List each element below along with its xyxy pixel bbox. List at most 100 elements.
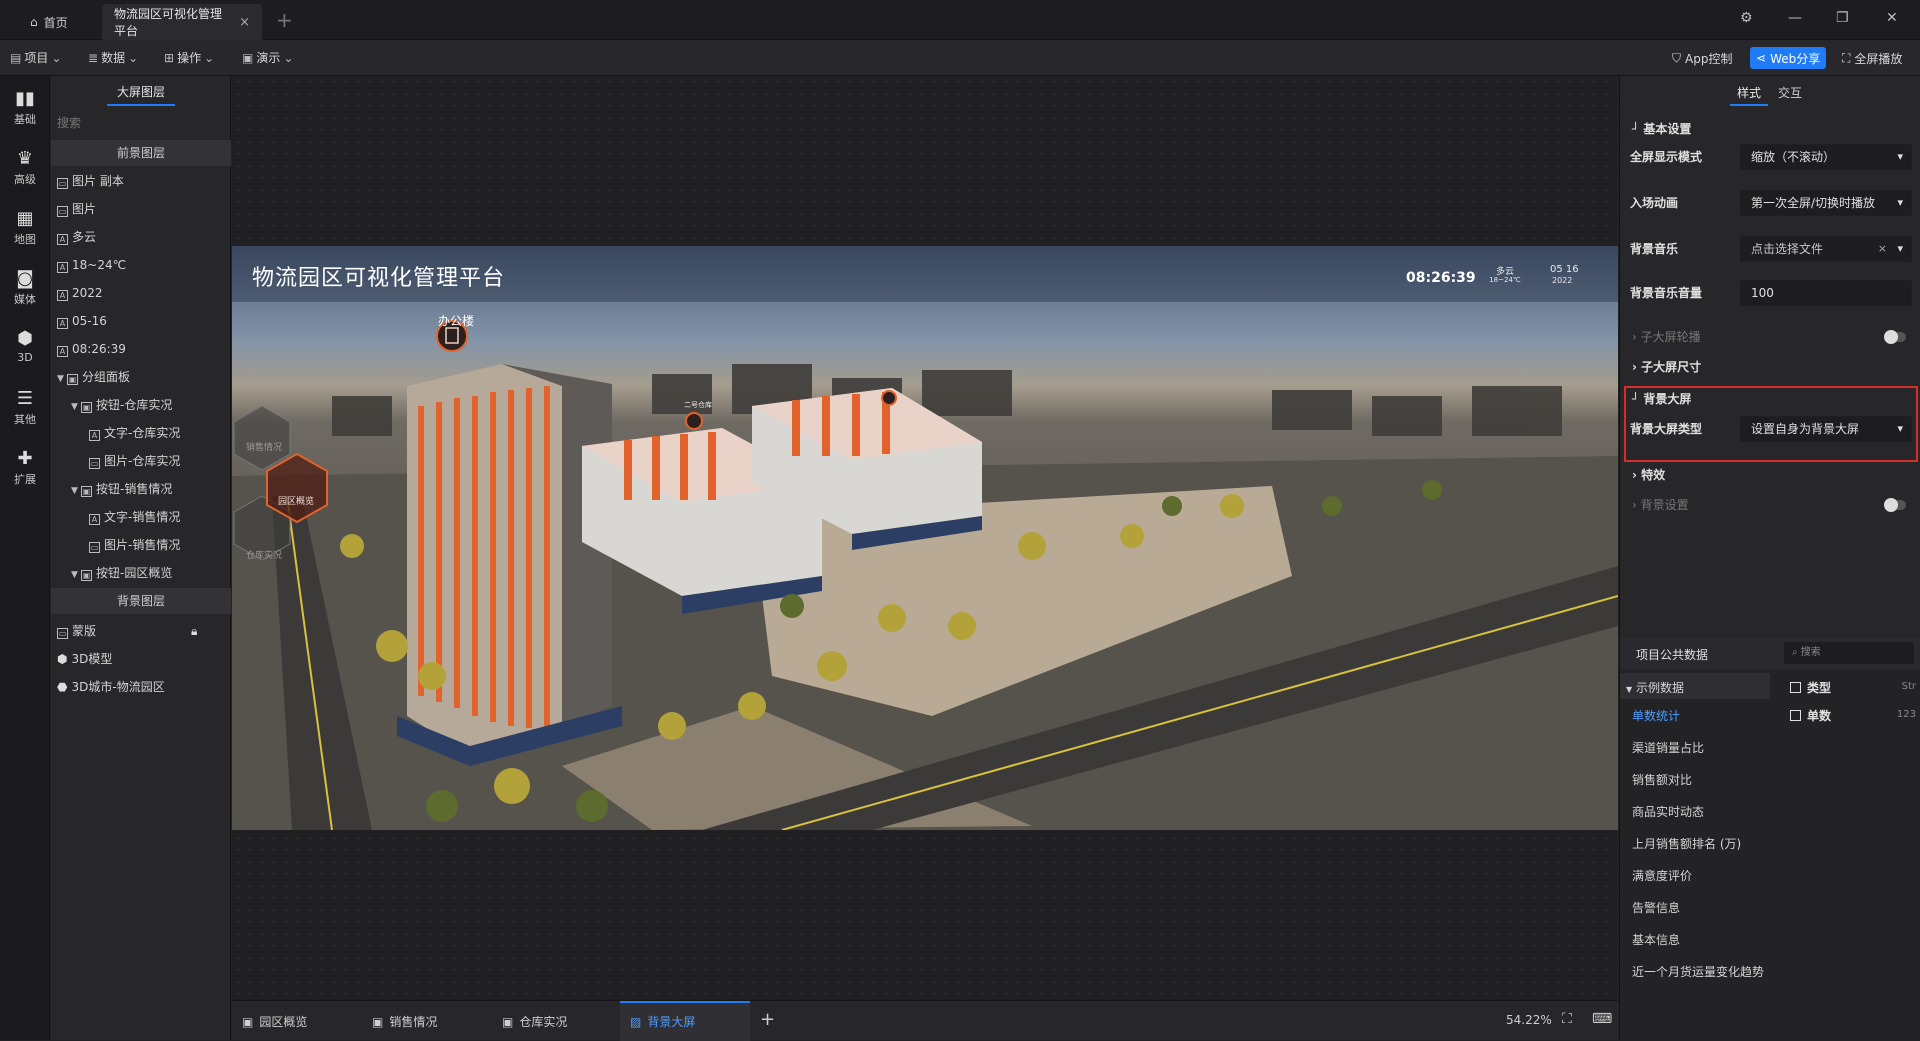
lock-icon[interactable]: 🔒︎ [191, 618, 197, 644]
data-item[interactable]: 上月销售额排名 (万) [1632, 835, 1741, 852]
layer-row[interactable]: ▭ 图片 [51, 196, 231, 222]
layer-row[interactable]: ⬣ 3D城市-物流园区 [51, 674, 231, 700]
caret-down-icon[interactable]: ▼ [71, 394, 81, 420]
effects-header[interactable]: › 特效 [1632, 466, 1665, 483]
fit-screen-icon[interactable]: ⛶ [1562, 1011, 1572, 1027]
app-control-button[interactable]: ⛉ App控制 [1666, 47, 1738, 69]
layer-row[interactable]: ⬢ 3D模型 [51, 646, 231, 672]
menu-project[interactable]: ▤ 项目 ⌄ [10, 49, 61, 66]
data-item[interactable]: 销售额对比 [1632, 771, 1692, 788]
layer-row[interactable]: A 文字-仓库实况 [51, 420, 231, 446]
layer-row[interactable]: ▼ ▣ 按钮-园区概览 [51, 560, 231, 586]
caret-down-icon[interactable]: ▼ [57, 366, 67, 392]
data-search-input[interactable]: ⌕ 搜索 [1784, 642, 1914, 664]
tab-style[interactable]: 样式 [1737, 84, 1761, 101]
rail-other[interactable]: ☰ 其他 [0, 388, 50, 427]
layer-row[interactable]: ▭ 图片 副本 [51, 168, 231, 194]
park-3d-scene [232, 246, 1618, 830]
minimize-icon[interactable]: — [1788, 10, 1802, 26]
tab-interaction[interactable]: 交互 [1778, 84, 1802, 101]
nav-warehouse-button[interactable]: 仓库实况 [246, 548, 282, 561]
layer-row[interactable]: A 05-16 [51, 308, 231, 334]
clear-icon[interactable]: × [1878, 237, 1887, 261]
project-data-panel: 项目公共数据 ⌕ 搜索 ▼ 示例数据 单数统计 渠道销量占比 销售额对比 商品实… [1619, 637, 1920, 1040]
web-share-button[interactable]: ⋖ Web分享 [1750, 47, 1827, 69]
menu-data[interactable]: ≣ 数据 ⌄ [88, 49, 138, 66]
menu-present[interactable]: ▣ 演示 ⌄ [242, 49, 293, 66]
screen-preview[interactable]: 物流园区可视化管理平台 08:26:39 多云 18~24℃ 05 16 202… [232, 246, 1618, 830]
add-tab-button[interactable]: + [276, 8, 293, 32]
rail-media[interactable]: ◙ 媒体 [0, 268, 50, 307]
nav-overview-button[interactable]: 园区概览 [278, 494, 314, 507]
bg-volume-input[interactable]: 100 [1740, 280, 1912, 306]
rail-basic[interactable]: ▮▮ 基础 [0, 88, 50, 127]
layers-title[interactable]: 大屏图层 [51, 76, 231, 108]
restore-icon[interactable]: ❐ [1836, 10, 1849, 26]
image-icon: ▭ [89, 458, 100, 469]
foreground-layers-header[interactable]: 前景图层 [51, 140, 231, 166]
screen-icon: ▣ [242, 1014, 254, 1029]
keyboard-icon[interactable]: ⌨ [1592, 1011, 1612, 1027]
screen-tab-sales[interactable]: ▣ 销售情况 [372, 1013, 437, 1030]
data-item-active[interactable]: 单数统计 [1632, 707, 1680, 724]
bg-settings-toggle[interactable] [1884, 498, 1906, 512]
rail-advanced[interactable]: ♛ 高级 [0, 148, 50, 187]
data-item[interactable]: 满意度评价 [1632, 867, 1692, 884]
entry-anim-select[interactable]: 第一次全屏/切换时播放 ▾ [1740, 190, 1912, 216]
data-item[interactable]: 渠道销量占比 [1632, 739, 1704, 756]
layer-row[interactable]: A 文字-销售情况 [51, 504, 231, 530]
screen-tab-background[interactable]: ▨ 背景大屏 [630, 1013, 695, 1030]
sub-carousel-toggle[interactable] [1884, 330, 1906, 344]
chevron-right-icon: › [1632, 468, 1637, 482]
layer-row[interactable]: ▼ ▣ 按钮-仓库实况 [51, 392, 231, 418]
checkbox[interactable] [1790, 682, 1801, 693]
close-icon[interactable]: × [239, 15, 250, 30]
background-layers-header[interactable]: 背景图层 [51, 588, 231, 614]
data-field-row[interactable]: 单数 [1790, 707, 1831, 724]
layer-label: 05-16 [72, 314, 107, 328]
screen-tab-overview[interactable]: ▣ 园区概览 [242, 1013, 307, 1030]
basic-settings-header[interactable]: ┘ 基本设置 [1632, 120, 1691, 137]
layer-row[interactable]: ▭ 图片-仓库实况 [51, 448, 231, 474]
fullscreen-mode-select[interactable]: 缩放（不滚动） ▾ [1740, 144, 1912, 170]
layer-row[interactable]: ▼ ▣ 按钮-销售情况 [51, 476, 231, 502]
data-item[interactable]: 近一个月货运量变化趋势 [1632, 963, 1764, 980]
tab-project[interactable]: 物流园区可视化管理平台 × [102, 4, 262, 40]
close-window-icon[interactable]: ✕ [1886, 10, 1898, 26]
tab-home[interactable]: ⌂ 首页 [18, 4, 80, 40]
settings-icon[interactable]: ⚙ [1740, 10, 1753, 26]
layer-row[interactable]: A 2022 [51, 280, 231, 306]
layer-row[interactable]: ▭ 图片-销售情况 [51, 532, 231, 558]
add-screen-button[interactable]: + [760, 1009, 775, 1030]
rail-extend[interactable]: ✚ 扩展 [0, 448, 50, 487]
menu-operate[interactable]: ⊞ 操作 ⌄ [164, 49, 214, 66]
bg-settings-header[interactable]: › 背景设置 [1632, 496, 1689, 513]
zoom-level[interactable]: 54.22% [1506, 1013, 1552, 1027]
layer-row[interactable]: ▭ 蒙版 🔒︎ [51, 618, 231, 644]
sub-carousel-header[interactable]: › 子大屏轮播 [1632, 328, 1701, 345]
screen-tab-warehouse[interactable]: ▣ 仓库实况 [502, 1013, 567, 1030]
caret-down-icon[interactable]: ▼ [71, 562, 81, 588]
data-group-row[interactable]: ▼ 示例数据 [1620, 673, 1770, 699]
rail-3d[interactable]: ⬢ 3D [0, 328, 50, 364]
layer-row[interactable]: A 08:26:39 [51, 336, 231, 362]
shield-icon: ⛉ [1672, 50, 1682, 65]
data-item[interactable]: 基本信息 [1632, 931, 1680, 948]
bg-music-file-input[interactable]: 点击选择文件 × ▾ [1740, 236, 1912, 262]
screen-icon: ▣ [502, 1014, 514, 1029]
data-item[interactable]: 商品实时动态 [1632, 803, 1704, 820]
layers-search-input[interactable]: 搜索 [57, 112, 225, 134]
data-field-row[interactable]: 类型 [1790, 679, 1831, 696]
layer-row[interactable]: A 多云 [51, 224, 231, 250]
nav-sales-button[interactable]: 销售情况 [246, 440, 282, 453]
layer-row[interactable]: ▼ ▣ 分组面板 [51, 364, 231, 390]
fullscreen-mode-label: 全屏显示模式 [1630, 150, 1703, 164]
caret-down-icon[interactable]: ▼ [71, 478, 81, 504]
sub-size-header[interactable]: › 子大屏尺寸 [1632, 358, 1701, 375]
fullscreen-button[interactable]: ⛶ 全屏播放 [1836, 47, 1908, 69]
data-item[interactable]: 告警信息 [1632, 899, 1680, 916]
layer-row[interactable]: A 18~24℃ [51, 252, 231, 278]
bg-music-value: 点击选择文件 [1751, 242, 1824, 256]
rail-map[interactable]: ▦ 地图 [0, 208, 50, 247]
checkbox[interactable] [1790, 710, 1801, 721]
